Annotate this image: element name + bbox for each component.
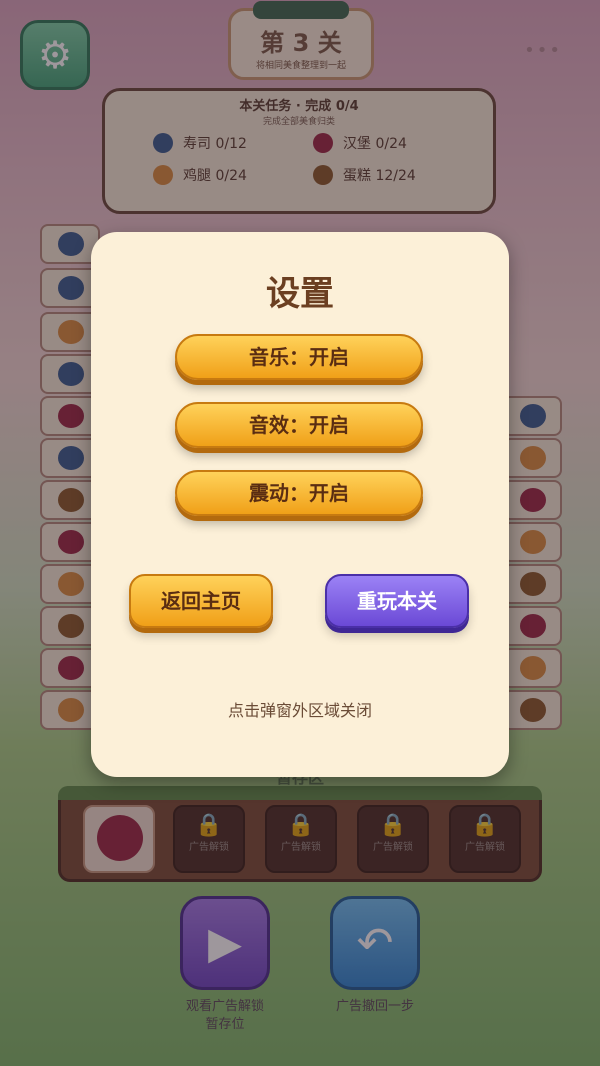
game-screen: ⚙ 第 3 关 将相同美食整理到一起 ••• 本关任务 · 完成 0/4 完成全…: [0, 0, 600, 1066]
sfx-toggle-button[interactable]: 音效：开启: [175, 402, 423, 448]
settings-modal: 设置 音乐：开启 音效：开启 震动：开启 返回主页 重玩本关 点击弹窗外区域关闭: [91, 232, 509, 777]
vibration-toggle-button[interactable]: 震动：开启: [175, 470, 423, 516]
modal-title: 设置: [266, 274, 334, 314]
replay-level-button[interactable]: 重玩本关: [325, 574, 469, 628]
close-hint: 点击弹窗外区域关闭: [227, 701, 372, 720]
music-toggle-button[interactable]: 音乐：开启: [175, 334, 423, 380]
return-home-button[interactable]: 返回主页: [129, 574, 273, 628]
